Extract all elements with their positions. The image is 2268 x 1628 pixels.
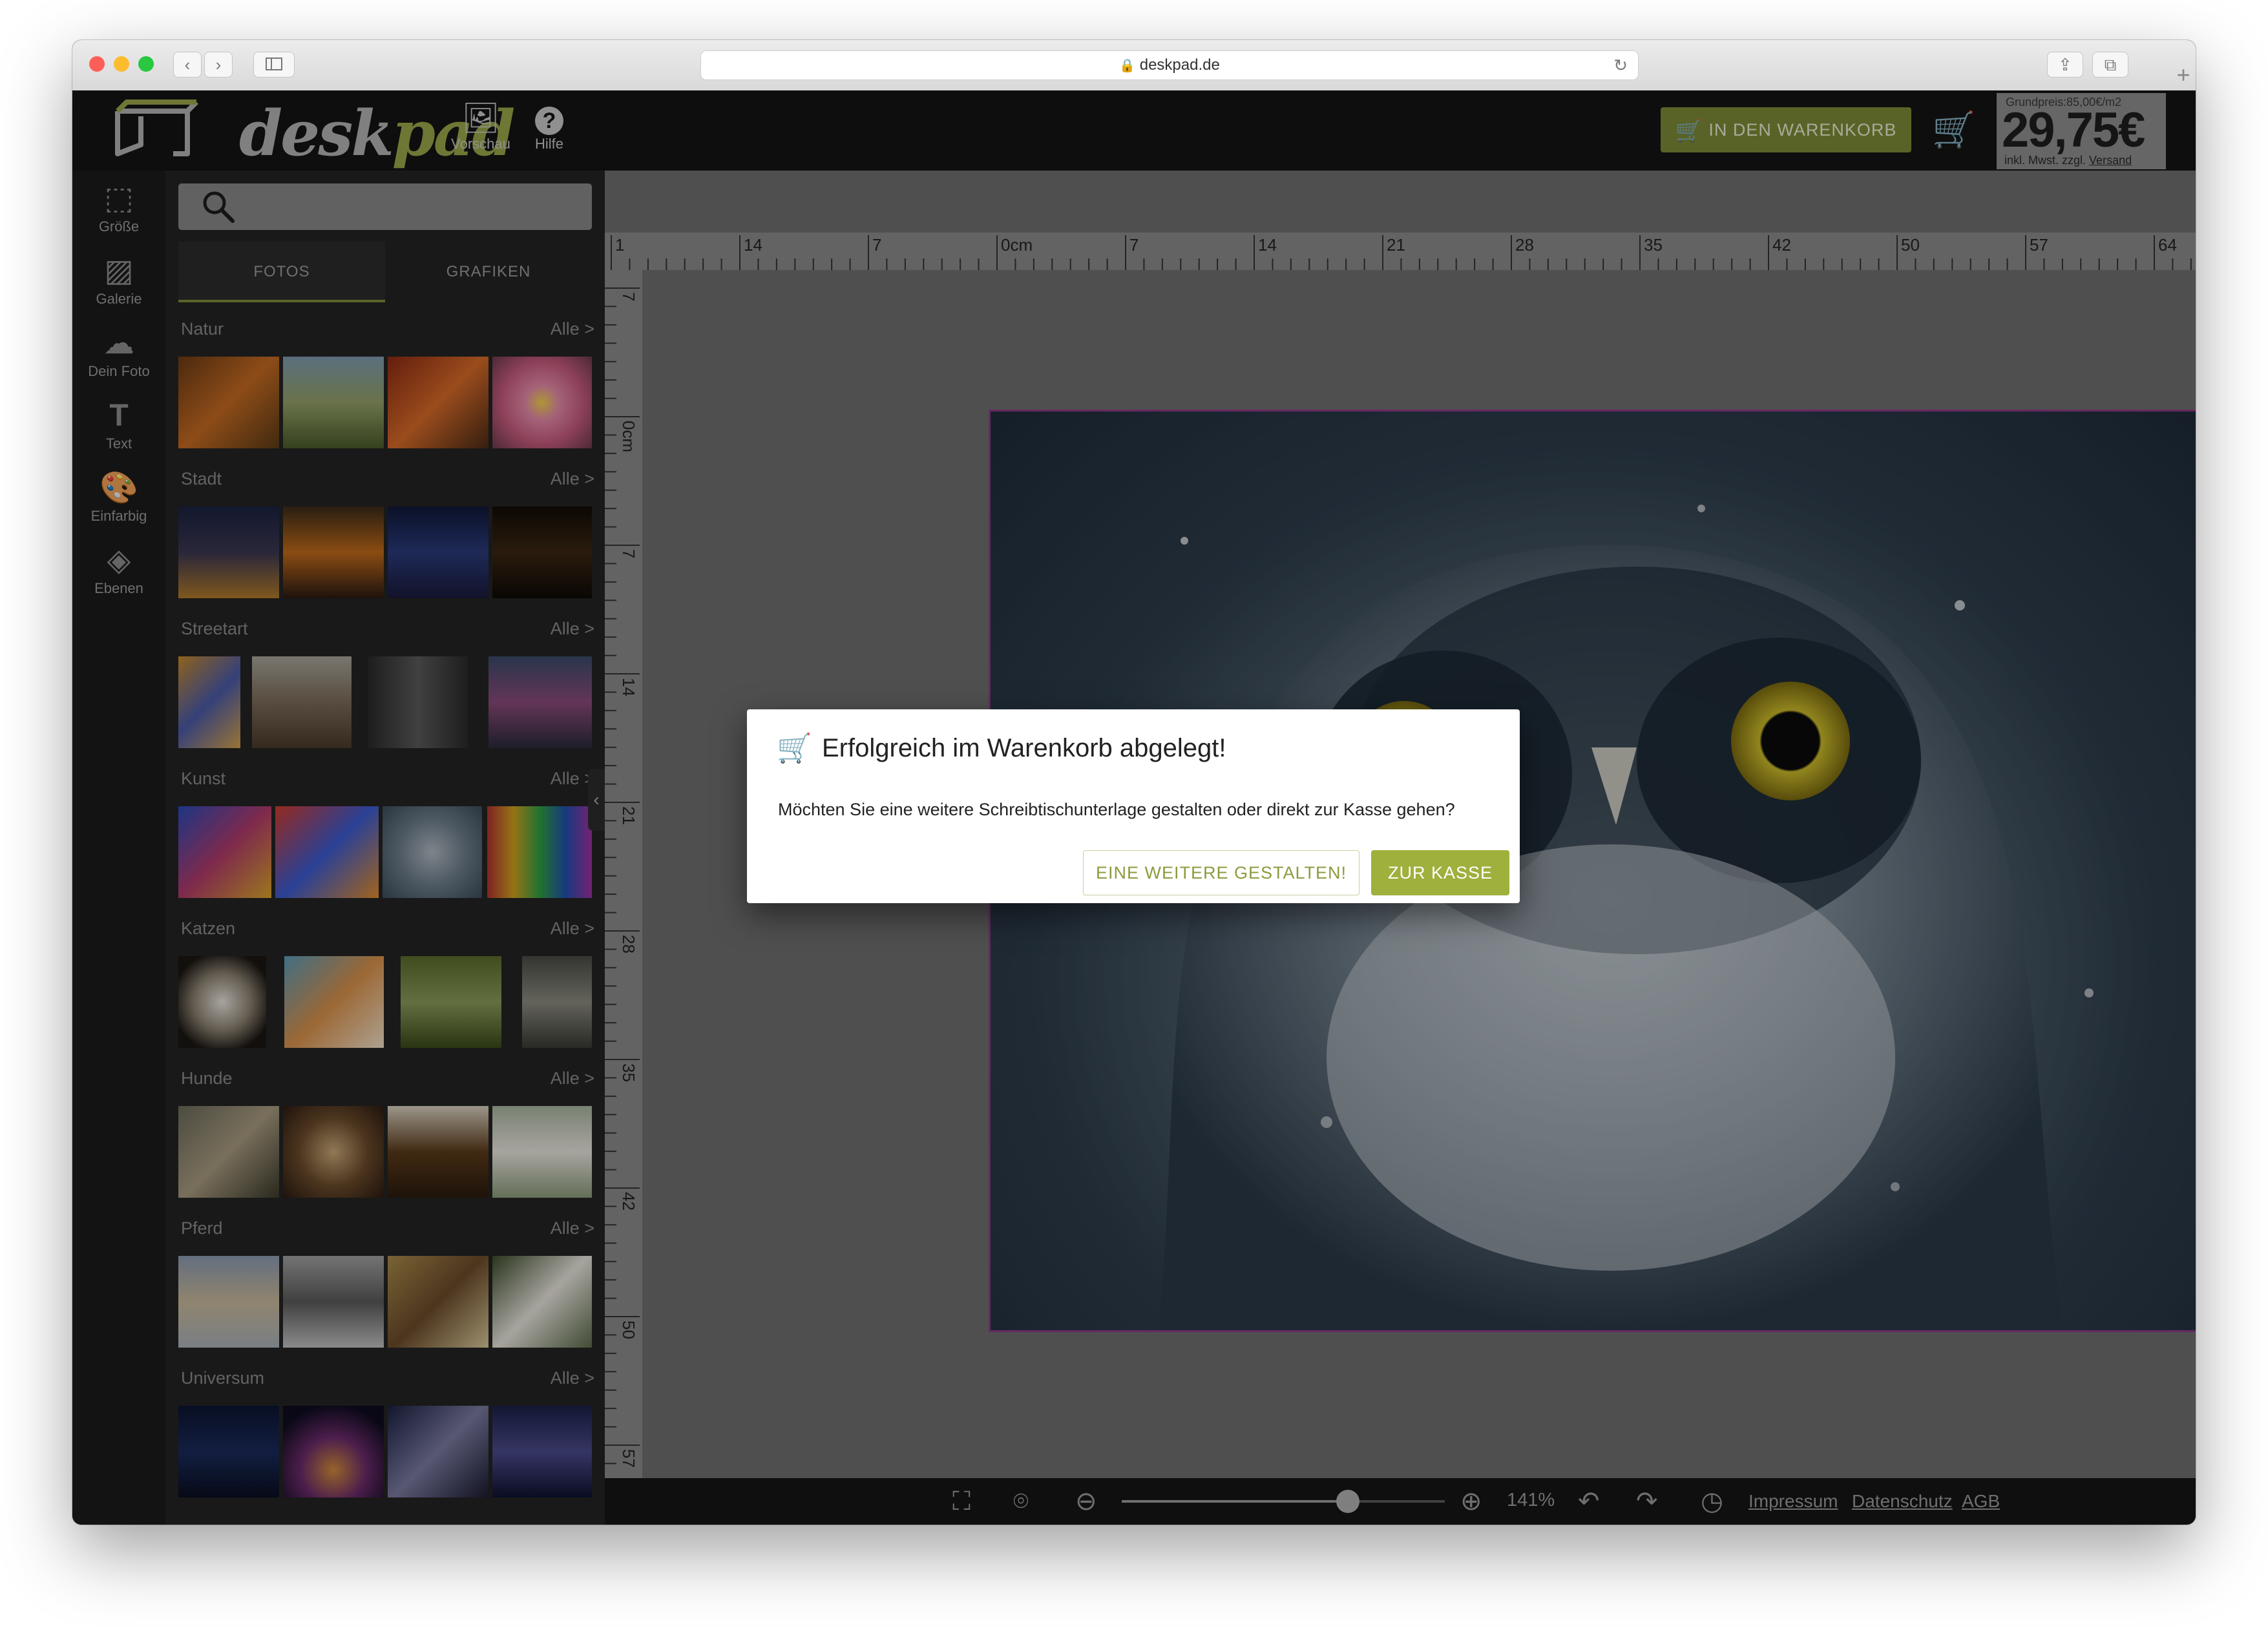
back-button[interactable]: ‹ [173,52,202,78]
new-tab-button[interactable]: + [2171,59,2196,90]
browser-toolbar: ‹ › 🔒 deskpad.de ↻ ⇪ ⧉ + [72,40,2196,91]
chevron-left-icon: ‹ [184,55,191,74]
checkout-button[interactable]: ZUR KASSE [1371,850,1509,895]
cart-success-dialog: 🛒 Erfolgreich im Warenkorb abgelegt! Möc… [747,709,1520,903]
address-bar[interactable]: 🔒 deskpad.de ↻ [700,50,1639,80]
zoom-window-button[interactable] [138,56,154,72]
dialog-message: Möchten Sie eine weitere Schreibtischunt… [778,800,1455,819]
tabs-icon: ⧉ [2104,55,2117,74]
url-text: deskpad.de [1139,56,1220,74]
dialog-title: Erfolgreich im Warenkorb abgelegt! [822,734,1226,762]
sidebar-icon [266,57,282,70]
minimize-window-button[interactable] [114,56,129,72]
lock-icon: 🔒 [1119,59,1136,73]
reload-icon[interactable]: ↻ [1613,51,1628,79]
tabs-overview-button[interactable]: ⧉ [2092,52,2128,78]
share-button[interactable]: ⇪ [2047,52,2083,78]
sidebar-toggle-button[interactable] [253,52,295,78]
browser-window: ‹ › 🔒 deskpad.de ↻ ⇪ ⧉ + deskpad 🖼 Vorsc… [72,40,2196,1525]
close-window-button[interactable] [89,56,105,72]
chevron-right-icon: › [215,55,222,74]
design-another-button[interactable]: EINE WEITERE GESTALTEN! [1083,850,1360,895]
share-icon: ⇪ [2058,55,2072,74]
forward-button[interactable]: › [204,52,233,78]
cart-icon: 🛒 [777,733,812,764]
